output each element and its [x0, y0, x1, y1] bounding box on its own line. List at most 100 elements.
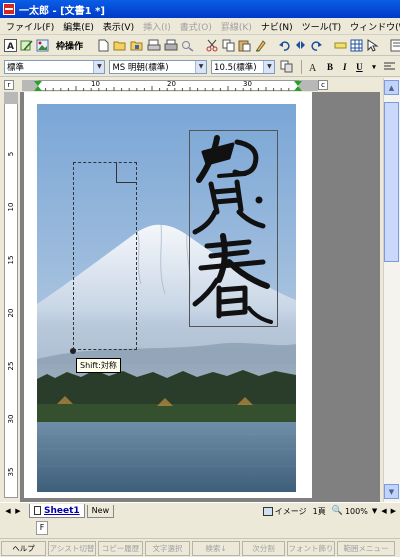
ruler-label: 10 [7, 202, 15, 212]
ruler-margin-top [4, 92, 18, 104]
style-select[interactable]: 標準 ▼ [4, 59, 106, 74]
format-paint-icon[interactable] [254, 38, 267, 53]
menu-format[interactable]: 書式(O) [180, 20, 212, 33]
resize-cursor-icon[interactable] [70, 348, 76, 354]
function-key-bar: ヘルプ アシスト切替 コピー履歴 文字選択 検索↓ 次分割 フォント飾り 範囲メ… [0, 538, 400, 557]
chevron-down-icon[interactable]: ▼ [372, 507, 377, 515]
tab-next-icon[interactable]: ▶ [13, 505, 23, 517]
tab-prev-icon[interactable]: ◀ [3, 505, 13, 517]
toolbar-separator [301, 59, 303, 74]
help-pointer-icon[interactable] [366, 38, 379, 53]
new-document-icon[interactable] [97, 38, 110, 53]
image-mode-icon [262, 506, 273, 516]
font-grow-icon[interactable]: A [306, 59, 321, 74]
copy-icon[interactable] [222, 38, 235, 53]
print-preview-icon[interactable] [147, 38, 161, 53]
page-count: 1頁 [312, 506, 326, 516]
vertical-scrollbar[interactable]: ▲ ▼ [383, 78, 400, 502]
fkey-copy-history[interactable]: コピー履歴 [98, 540, 143, 556]
toolbar-format: 標準 ▼ MS 明朝(標準) ▼ 10.5(標準) ▼ A B I U ▾ [0, 57, 400, 77]
italic-button[interactable]: I [338, 60, 351, 74]
window-title: 一太郎 - [文書1 *] [19, 5, 105, 17]
page-layout-icon[interactable] [390, 38, 400, 53]
scroll-down-icon[interactable]: ▼ [384, 484, 399, 499]
input-field[interactable]: F [36, 521, 48, 535]
font-select-value: MS 明朝(標準) [112, 62, 169, 73]
menu-file[interactable]: ファイル(F) [6, 20, 54, 33]
fkey-char-select[interactable]: 文字選択 [145, 540, 190, 556]
open-folder-icon[interactable] [113, 38, 127, 53]
fkey-range-menu[interactable]: 範囲メニュー [337, 540, 395, 556]
menu-ruled-line[interactable]: 罫線(K) [221, 20, 252, 33]
redo-icon[interactable] [310, 38, 323, 53]
greeting-calligraphy [192, 135, 273, 324]
chevron-down-icon[interactable]: ▼ [263, 60, 275, 73]
menu-insert[interactable]: 挿入(I) [143, 20, 171, 33]
tooltip: Shift:対称 [76, 358, 121, 373]
font-size-value: 10.5(標準) [214, 62, 257, 73]
image-mode-button[interactable]: イメージ [262, 506, 307, 517]
table-icon[interactable] [350, 38, 363, 53]
text-style-icon[interactable]: A [4, 38, 17, 53]
chevron-down-icon[interactable]: ▾ [368, 60, 381, 74]
save-folder-icon[interactable] [130, 38, 144, 53]
ruler-corner-right[interactable]: c [318, 80, 328, 90]
menu-navi[interactable]: ナビ(N) [261, 20, 293, 33]
fkey-help[interactable]: ヘルプ [1, 540, 46, 556]
input-bar [0, 519, 400, 537]
underline-button[interactable]: U [353, 60, 366, 74]
menu-edit[interactable]: 編集(E) [63, 20, 94, 33]
zoom-level[interactable]: 100% [345, 507, 368, 516]
fkey-search-down[interactable]: 検索↓ [192, 540, 240, 556]
tab-new-label: New [91, 506, 110, 515]
tab-new[interactable]: New [86, 504, 115, 518]
title-bar[interactable]: 一太郎 - [文書1 *] [0, 0, 400, 18]
tab-sheet1-label: Sheet1 [44, 505, 80, 516]
paste-icon[interactable] [238, 38, 251, 53]
frame-operation-button[interactable]: 枠操作 [56, 39, 83, 52]
menu-view[interactable]: 表示(V) [103, 20, 134, 33]
svg-text:A: A [7, 42, 14, 52]
toolbar-standard: A 枠操作 [0, 36, 400, 56]
font-select[interactable]: MS 明朝(標準) ▼ [109, 59, 208, 74]
ruler-label: 35 [7, 467, 15, 477]
chevron-down-icon[interactable]: ▼ [195, 60, 207, 73]
tab-sheet1[interactable]: Sheet1 [29, 504, 85, 518]
frame-selection-outline[interactable] [73, 162, 137, 350]
ruler-label: 30 [7, 414, 15, 424]
menu-tools[interactable]: ツール(T) [302, 20, 342, 33]
fkey-font-decoration[interactable]: フォント飾り [287, 540, 335, 556]
scroll-up-icon[interactable]: ▲ [384, 80, 399, 95]
style-select-value: 標準 [7, 62, 25, 73]
zoom-icon[interactable]: 🔍 [332, 506, 343, 516]
sheet-tabs-bar: ◀ ▶ Sheet1 New イメージ 1頁 🔍 100% ▼ ◀ ▶ [0, 502, 400, 519]
print-icon[interactable] [164, 38, 178, 53]
ruler-label: 20 [7, 308, 15, 318]
frame-corner-mark [116, 162, 137, 183]
ruler-label: 15 [7, 255, 15, 265]
duplicate-icon[interactable] [279, 59, 294, 74]
menu-window[interactable]: ウィンドウ(W) [350, 20, 400, 33]
align-left-icon[interactable] [382, 59, 397, 74]
pen-icon[interactable] [20, 38, 33, 53]
cut-icon[interactable] [206, 38, 219, 53]
tab-scroll-right-icon[interactable]: ▶ [391, 507, 396, 515]
ruler-ticks [34, 81, 302, 91]
highlight-icon[interactable] [334, 38, 347, 53]
scroll-thumb[interactable] [384, 102, 399, 262]
spellcheck-icon[interactable] [181, 38, 195, 53]
menu-bar: ファイル(F) 編集(E) 表示(V) 挿入(I) 書式(O) 罫線(K) ナビ… [0, 18, 400, 35]
ruler-label: 25 [7, 361, 15, 371]
ruler-corner-left[interactable]: r [4, 80, 14, 90]
fkey-assist-switch[interactable]: アシスト切替 [48, 540, 96, 556]
fkey-next-split[interactable]: 次分割 [242, 540, 285, 556]
font-size-select[interactable]: 10.5(標準) ▼ [211, 59, 276, 74]
bold-button[interactable]: B [324, 60, 337, 74]
undo-icon[interactable] [278, 38, 291, 53]
insert-image-icon[interactable] [36, 38, 49, 53]
app-icon[interactable] [3, 3, 15, 15]
redo-back-icon[interactable] [294, 38, 307, 53]
chevron-down-icon[interactable]: ▼ [93, 60, 105, 73]
image-mode-label: イメージ [274, 506, 307, 516]
tab-scroll-left-icon[interactable]: ◀ [381, 507, 386, 515]
